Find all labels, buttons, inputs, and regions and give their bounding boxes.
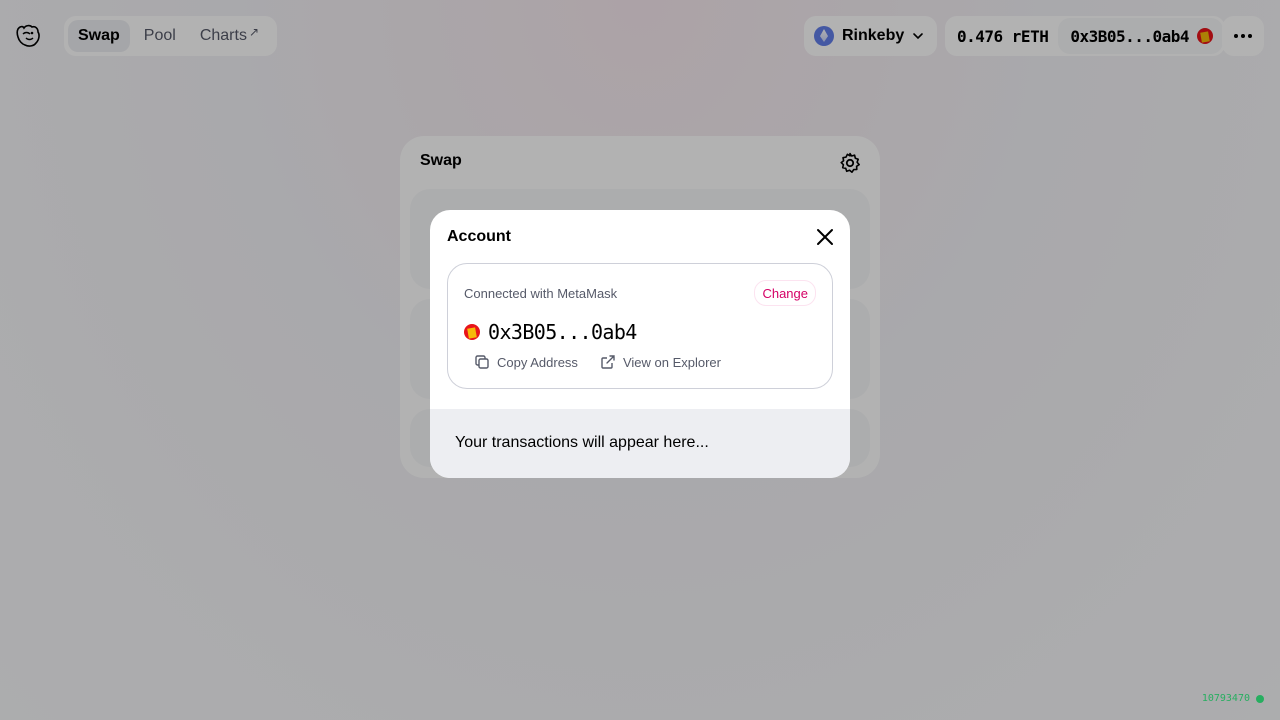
connected-wallet-text: Connected with MetaMask bbox=[464, 286, 618, 301]
transactions-area: Your transactions will appear here... bbox=[430, 409, 850, 478]
external-link-icon bbox=[601, 355, 615, 369]
change-wallet-label: Change bbox=[762, 285, 808, 301]
modal-title: Account bbox=[447, 228, 511, 245]
close-icon[interactable] bbox=[814, 226, 836, 248]
view-on-explorer-label: View on Explorer bbox=[622, 354, 721, 370]
account-details: Connected with MetaMask Change 0x3B05...… bbox=[447, 263, 833, 389]
copy-icon bbox=[475, 355, 489, 369]
status-dot-icon bbox=[1256, 694, 1264, 703]
modal-account-address: 0x3B05...0ab4 bbox=[488, 320, 637, 344]
copy-address-button[interactable]: Copy Address bbox=[474, 354, 578, 370]
block-number: 10793470 bbox=[1201, 693, 1250, 704]
block-number-indicator[interactable]: 10793470 bbox=[1202, 693, 1264, 704]
account-actions: Copy Address View on Explorer bbox=[474, 354, 743, 370]
view-on-explorer-link[interactable]: View on Explorer bbox=[600, 354, 721, 370]
copy-address-label: Copy Address bbox=[497, 354, 578, 370]
account-address-row: 0x3B05...0ab4 bbox=[464, 320, 637, 344]
avatar-icon bbox=[464, 324, 480, 340]
change-wallet-button[interactable]: Change bbox=[754, 280, 816, 306]
transactions-empty-text: Your transactions will appear here... bbox=[455, 434, 709, 451]
account-modal: Account Connected with MetaMask Change 0… bbox=[430, 210, 850, 478]
